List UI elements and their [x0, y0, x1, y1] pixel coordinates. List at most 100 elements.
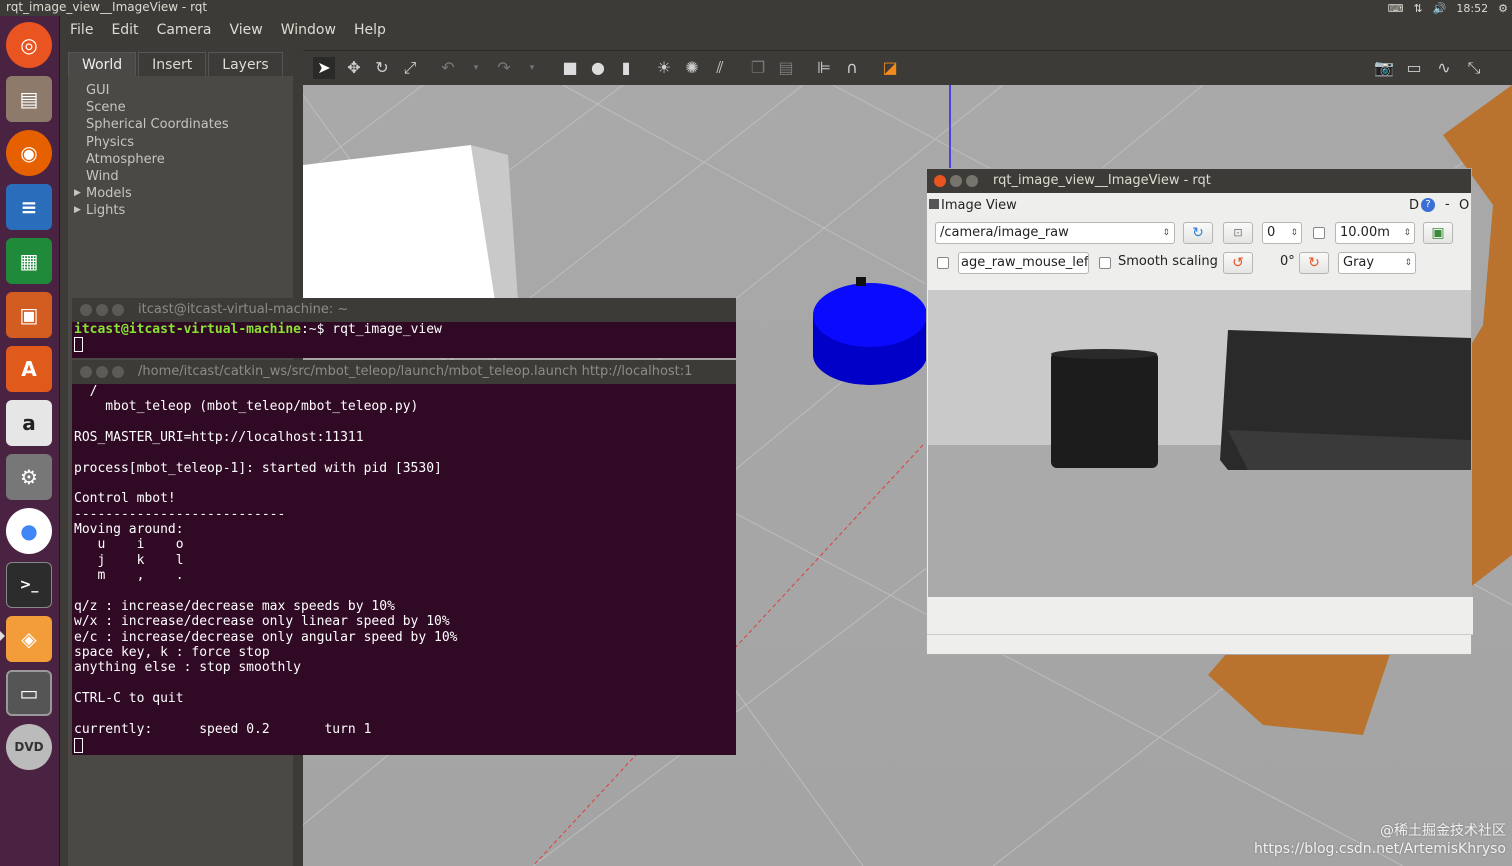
- copy-icon[interactable]: ❐: [747, 57, 769, 79]
- tree-item-scene[interactable]: Scene: [86, 99, 229, 116]
- terminal-icon[interactable]: >_: [6, 562, 52, 608]
- close-icon[interactable]: [934, 175, 946, 187]
- dock-button[interactable]: D: [1409, 198, 1419, 213]
- firefox-icon[interactable]: ◉: [6, 130, 52, 176]
- terminal-prompt-suffix: :~$: [300, 322, 333, 337]
- smooth-scaling-label: Smooth scaling: [1118, 254, 1218, 269]
- rotate-right-button[interactable]: ↻: [1299, 252, 1329, 274]
- scale-icon[interactable]: ⤢: [399, 57, 421, 79]
- terminal-window-1[interactable]: itcast@itcast-virtual-machine: ~ itcast@…: [72, 298, 736, 358]
- paste-icon[interactable]: ▤: [775, 57, 797, 79]
- expand-arrow-icon[interactable]: ▶: [74, 202, 81, 219]
- terminal-1-content[interactable]: itcast@itcast-virtual-machine:~$ rqt_ima…: [72, 322, 736, 354]
- point-light-icon[interactable]: ☀: [653, 57, 675, 79]
- close-icon[interactable]: [80, 304, 92, 316]
- minimize-icon[interactable]: [96, 366, 108, 378]
- tree-item-spherical-coordinates[interactable]: Spherical Coordinates: [86, 116, 229, 133]
- software-center-icon[interactable]: A: [6, 346, 52, 392]
- tree-item-models[interactable]: ▶ Models: [74, 185, 229, 202]
- amazon-icon[interactable]: a: [6, 400, 52, 446]
- max-range-spinbox[interactable]: 10.00m ⇕: [1335, 222, 1415, 244]
- menu-edit[interactable]: Edit: [111, 22, 138, 38]
- camera-image[interactable]: [928, 290, 1471, 597]
- tree-item-gui[interactable]: GUI: [86, 82, 229, 99]
- maximize-icon[interactable]: [966, 175, 978, 187]
- network-icon[interactable]: ⇅: [1414, 2, 1423, 15]
- rqt-titlebar[interactable]: rqt_image_view__ImageView - rqt: [927, 169, 1471, 193]
- menu-window[interactable]: Window: [281, 22, 336, 38]
- gazebo-icon[interactable]: ◈: [6, 616, 52, 662]
- ubuntu-dash-icon[interactable]: ◎: [6, 22, 52, 68]
- maximize-icon[interactable]: [112, 366, 124, 378]
- terminal-window-2[interactable]: /home/itcast/catkin_ws/src/mbot_teleop/l…: [72, 360, 736, 755]
- workspace-icon[interactable]: ▭: [6, 670, 52, 716]
- spot-light-icon[interactable]: ✺: [681, 57, 703, 79]
- smooth-scaling-checkbox[interactable]: [1099, 257, 1111, 269]
- maximize-icon[interactable]: [112, 304, 124, 316]
- cylinder-icon[interactable]: ▮: [615, 57, 637, 79]
- tree-item-atmosphere[interactable]: Atmosphere: [86, 151, 229, 168]
- minimize-icon[interactable]: [950, 175, 962, 187]
- frame-spinbox[interactable]: 0 ⇕: [1262, 222, 1302, 244]
- fullscreen-icon[interactable]: ⤡: [1463, 57, 1485, 79]
- mouse-publish-checkbox[interactable]: [937, 257, 949, 269]
- tab-layers[interactable]: Layers: [208, 52, 283, 76]
- minimize-icon[interactable]: [96, 304, 108, 316]
- rqt-image-view-window[interactable]: rqt_image_view__ImageView - rqt Image Vi…: [926, 168, 1473, 655]
- menu-camera[interactable]: Camera: [157, 22, 212, 38]
- volume-icon[interactable]: 🔊: [1433, 2, 1447, 15]
- save-image-button[interactable]: ▣: [1423, 222, 1453, 244]
- tab-world[interactable]: World: [68, 52, 137, 76]
- clock[interactable]: 18:52: [1456, 2, 1488, 15]
- box-icon[interactable]: ■: [559, 57, 581, 79]
- writer-icon[interactable]: ≡: [6, 184, 52, 230]
- tree-item-wind[interactable]: Wind: [86, 168, 229, 185]
- menu-file[interactable]: File: [70, 22, 93, 38]
- rotate-left-button[interactable]: ↺: [1223, 252, 1253, 274]
- expand-arrow-icon[interactable]: ▶: [74, 185, 81, 202]
- screenshot-icon[interactable]: 📷: [1373, 57, 1395, 79]
- topic-select[interactable]: /camera/image_raw ⇕: [935, 222, 1175, 244]
- settings-icon[interactable]: ⚙: [1498, 2, 1508, 15]
- impress-icon[interactable]: ▣: [6, 292, 52, 338]
- dynamic-range-checkbox[interactable]: [1313, 227, 1325, 239]
- system-settings-icon[interactable]: ⚙: [6, 454, 52, 500]
- minimize-plugin-button[interactable]: -: [1445, 197, 1450, 212]
- chrome-icon[interactable]: ●: [6, 508, 52, 554]
- zoom-button[interactable]: ⊡: [1223, 222, 1253, 244]
- select-arrow-icon[interactable]: ➤: [313, 57, 335, 79]
- terminal-2-titlebar[interactable]: /home/itcast/catkin_ws/src/mbot_teleop/l…: [72, 360, 736, 384]
- tab-insert[interactable]: Insert: [138, 52, 207, 76]
- undo-icon[interactable]: ↶: [437, 57, 459, 79]
- log-icon[interactable]: ▭: [1403, 57, 1425, 79]
- color-scheme-select[interactable]: Gray ⇕: [1338, 252, 1416, 274]
- files-icon[interactable]: ▤: [6, 76, 52, 122]
- window-buttons: [80, 366, 124, 378]
- close-plugin-button[interactable]: O: [1459, 198, 1469, 213]
- align-icon[interactable]: ⊫: [813, 57, 835, 79]
- keyboard-icon[interactable]: ⌨: [1388, 2, 1404, 15]
- rotate-icon[interactable]: ↻: [371, 57, 393, 79]
- terminal-1-titlebar[interactable]: itcast@itcast-virtual-machine: ~: [72, 298, 736, 322]
- tree-item-physics[interactable]: Physics: [86, 134, 229, 151]
- frame-spinbox-value: 0: [1267, 225, 1276, 240]
- menu-help[interactable]: Help: [354, 22, 386, 38]
- close-icon[interactable]: [80, 366, 92, 378]
- directional-light-icon[interactable]: ⫽: [709, 57, 731, 79]
- calc-icon[interactable]: ▦: [6, 238, 52, 284]
- refresh-topics-button[interactable]: ↻: [1183, 222, 1213, 244]
- plot-icon[interactable]: ∿: [1433, 57, 1455, 79]
- redo-icon[interactable]: ↷: [493, 57, 515, 79]
- change-view-icon[interactable]: ◪: [879, 57, 901, 79]
- terminal-2-output[interactable]: / mbot_teleop (mbot_teleop/mbot_teleop.p…: [72, 384, 736, 737]
- tree-item-lights[interactable]: ▶ Lights: [74, 202, 229, 219]
- mouse-topic-input[interactable]: age_raw_mouse_left: [958, 252, 1089, 274]
- translate-icon[interactable]: ✥: [343, 57, 365, 79]
- menu-view[interactable]: View: [230, 22, 263, 38]
- sphere-icon[interactable]: ●: [587, 57, 609, 79]
- help-icon[interactable]: ?: [1421, 198, 1435, 212]
- redo-dropdown-icon[interactable]: ▾: [521, 57, 543, 79]
- snap-icon[interactable]: ∩: [841, 57, 863, 79]
- undo-dropdown-icon[interactable]: ▾: [465, 57, 487, 79]
- dvd-icon[interactable]: DVD: [6, 724, 52, 770]
